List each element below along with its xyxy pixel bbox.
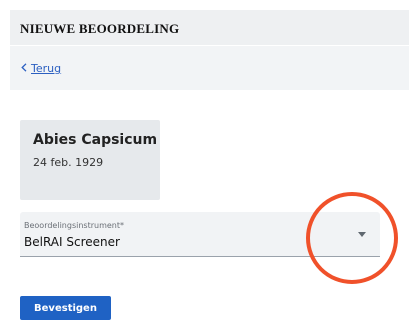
patient-birth-date: 24 feb. 1929 [33, 156, 104, 169]
patient-card: Abies Capsicum 24 feb. 1929 [20, 120, 160, 200]
assessment-instrument-select[interactable]: Beoordelingsinstrument* BelRAI Screener [20, 212, 380, 257]
chevron-left-icon [21, 62, 27, 75]
assessment-instrument-label: Beoordelingsinstrument* [24, 221, 124, 230]
assessment-instrument-value: BelRAI Screener [24, 235, 120, 249]
back-link[interactable]: Terug [21, 62, 61, 75]
back-link-label: Terug [31, 62, 62, 75]
caret-down-icon[interactable] [358, 232, 366, 237]
page-title: NIEUWE BEOORDELING [20, 21, 180, 36]
page-header: NIEUWE BEOORDELING [10, 10, 409, 45]
patient-name: Abies Capsicum [33, 132, 158, 148]
navigation-bar: Terug [10, 46, 409, 90]
confirm-button[interactable]: Bevestigen [20, 296, 111, 320]
